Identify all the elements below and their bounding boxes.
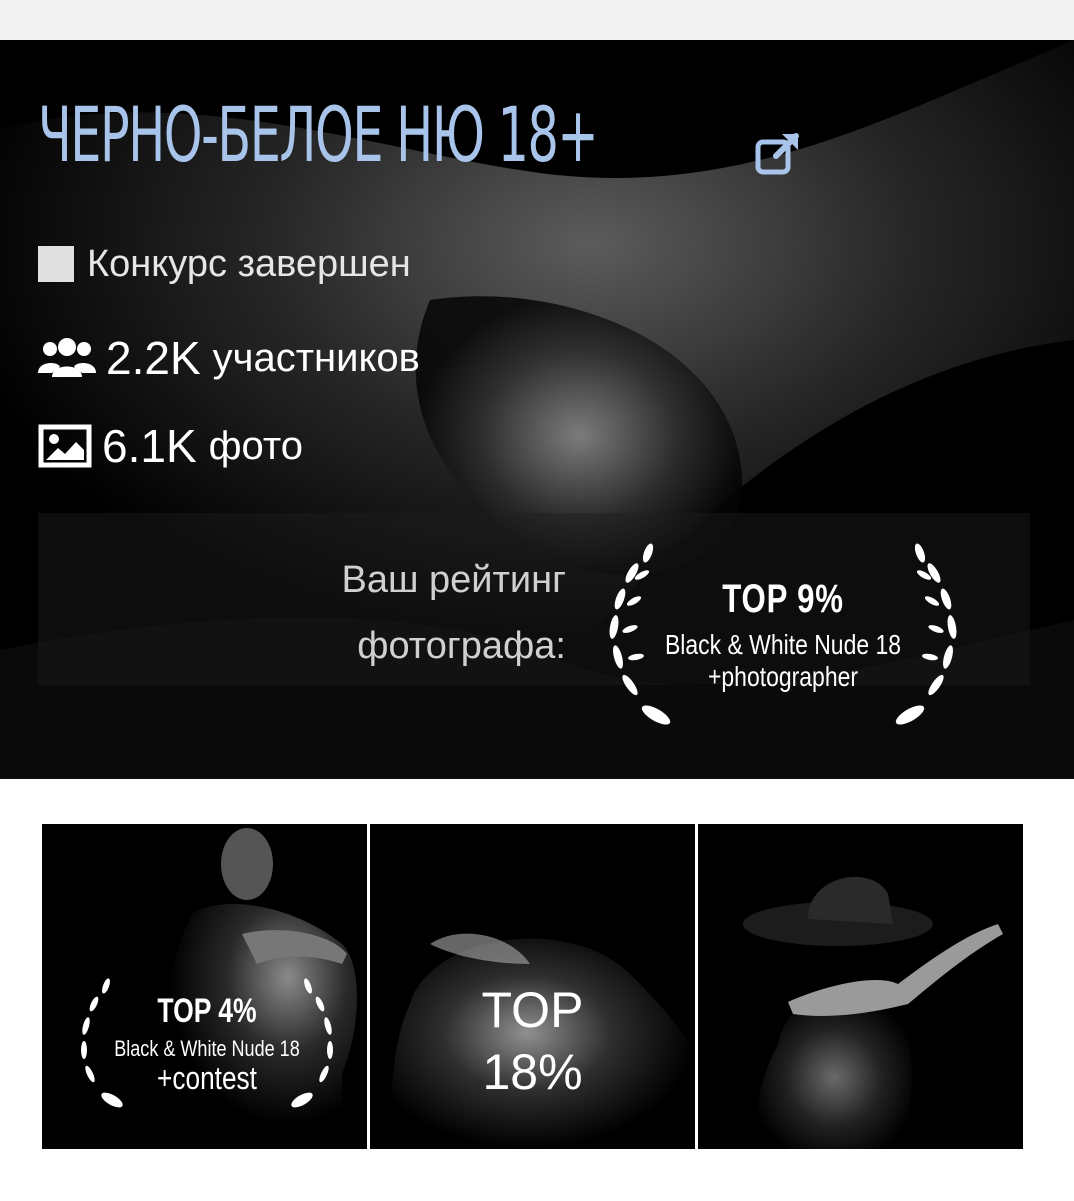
photo-badge-category: Black & White Nude 18 — [114, 1036, 300, 1061]
photo-top-value: 18% — [482, 1044, 583, 1100]
badge-category: Black & White Nude 18 — [664, 629, 902, 660]
rating-label-line2: фотографа: — [357, 625, 566, 667]
photographer-rating-badge: TOP 9% Black & White Nude 18 +photograph… — [598, 537, 968, 742]
photos-count: 6.1K — [102, 420, 197, 472]
photo-thumbnail-3[interactable] — [698, 824, 1023, 1149]
members-stat: 2.2K участников — [38, 330, 420, 386]
contest-header: ЧЕРНО-БЕЛОЕ НЮ 18+ Конкурс завершен 2.2K… — [0, 40, 1074, 779]
users-icon — [38, 338, 96, 377]
photo-badge-role: +contest — [157, 1060, 257, 1096]
members-count: 2.2K — [106, 332, 201, 384]
members-label: участников — [212, 335, 420, 380]
status-square-icon — [38, 246, 74, 282]
photo-rating-badge: TOP 4% Black & White Nude 18 +contest — [72, 974, 342, 1124]
badge-top-percent: TOP 9% — [722, 577, 844, 621]
photo-thumbnail-1[interactable]: TOP 4% Black & White Nude 18 +contest — [42, 824, 367, 1149]
contest-status: Конкурс завершен — [38, 240, 411, 288]
photos-label: фото — [208, 423, 304, 468]
photo-thumbnail-2[interactable]: TOP 18% — [370, 824, 695, 1149]
status-text: Конкурс завершен — [87, 242, 411, 285]
image-icon — [38, 424, 92, 468]
contest-title: ЧЕРНО-БЕЛОЕ НЮ 18+ — [38, 90, 599, 179]
photo-grid: TOP 4% Black & White Nude 18 +contest TO… — [42, 824, 1023, 1149]
top-bar — [0, 0, 1074, 40]
photo-top-label: TOP — [481, 982, 584, 1038]
badge-role: +photographer — [707, 661, 859, 692]
photographer-rating-label: Ваш рейтинг фотографа: — [342, 547, 567, 679]
photo-top-percent: TOP 18% — [370, 979, 695, 1103]
external-link-icon[interactable] — [752, 126, 806, 180]
photo-image — [698, 824, 1023, 1149]
rating-label-line1: Ваш рейтинг — [341, 559, 567, 601]
photo-badge-top-percent: TOP 4% — [157, 992, 257, 1030]
photos-stat: 6.1K фото — [38, 418, 303, 474]
